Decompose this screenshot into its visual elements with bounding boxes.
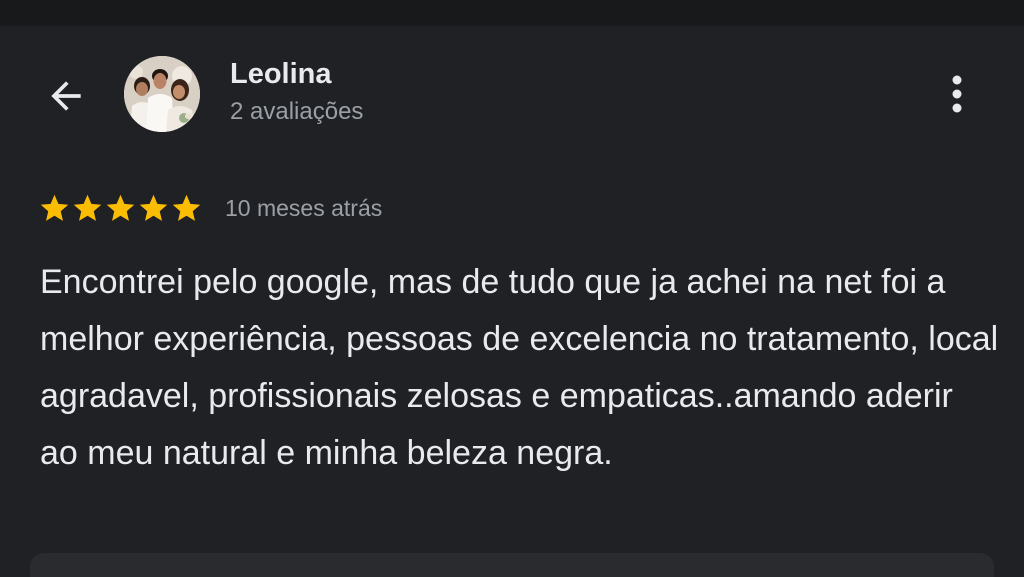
more-vert-icon: [952, 75, 962, 113]
review-count: 2 avaliações: [230, 98, 364, 125]
more-options-button[interactable]: [934, 68, 980, 120]
star-icon: [172, 194, 201, 221]
back-button[interactable]: [40, 70, 92, 122]
arrow-back-icon: [51, 81, 81, 111]
review-detail-screen: Leolina 2 avaliações 10 meses atrás Enco…: [0, 0, 1024, 577]
next-card-edge: [30, 553, 994, 577]
review-text: Encontrei pelo google, mas de tudo que j…: [40, 263, 999, 472]
star-icon: [40, 194, 69, 221]
star-rating: [38, 192, 203, 225]
reviewer-avatar-photo: [124, 56, 200, 132]
rating-row: 10 meses atrás: [38, 190, 382, 226]
star-icon: [73, 194, 102, 221]
star-icon: [139, 194, 168, 221]
star-icon: [106, 194, 135, 221]
reviewer-name[interactable]: Leolina: [230, 58, 332, 91]
avatar[interactable]: [124, 56, 200, 132]
status-bar-area: [0, 0, 1024, 26]
review-date: 10 meses atrás: [225, 194, 383, 221]
